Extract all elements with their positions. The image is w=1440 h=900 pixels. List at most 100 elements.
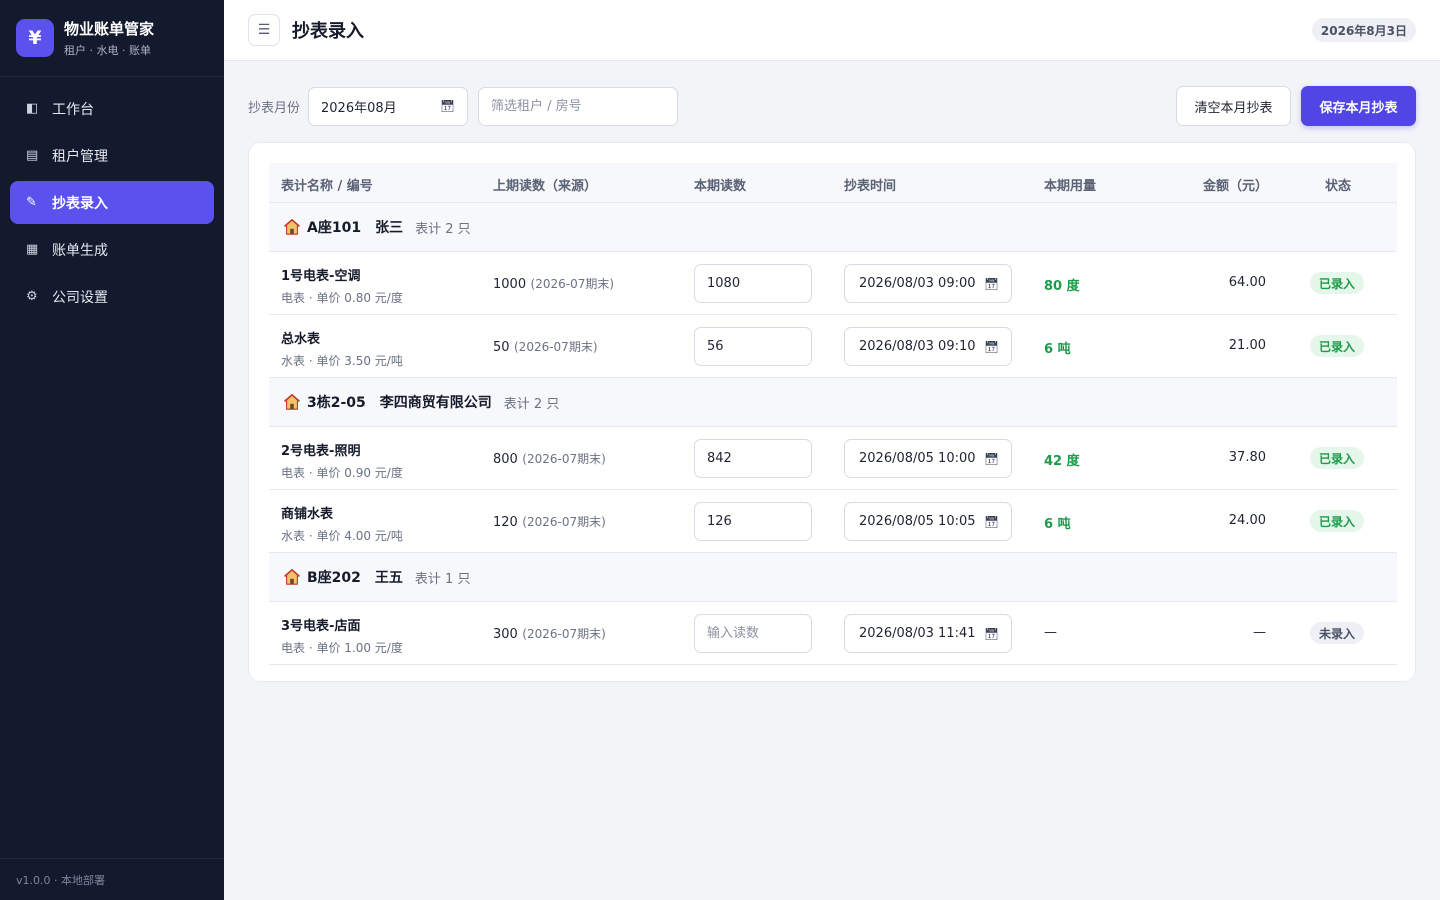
calendar-icon: 📅︎ [983,276,999,291]
previous-reading: 1000 [493,277,527,292]
sidebar: ¥ 物业账单管家 租户 · 水电 · 账单 ◧ 工作台 ▤ 租户管理 ✎ 抄表录入 ▦ 账单生… [0,0,224,900]
calendar-icon: 📅︎ [983,514,999,529]
toolbar: 抄表月份 2026年08月 📅︎ 清空本月抄表 保存本月抄表 [248,86,1416,126]
previous-reading-cell: 800 (2026-07期末) [493,450,606,467]
sidebar-item-0[interactable]: ◧ 工作台 [10,87,214,130]
sidebar-item-label: 租户管理 [52,148,108,165]
reading-time-value: 2026/08/03 11:41 [859,626,976,641]
group-room-number: 3栋2-05 [307,395,366,411]
reading-time-picker[interactable]: 2026/08/05 10:00 📅︎ [844,439,1012,478]
current-reading-cell [694,502,812,541]
previous-reading-source: (2026-07期末) [530,277,615,291]
hamburger-icon: ☰ [257,22,271,38]
current-date-badge: 2026年8月3日 [1311,18,1416,42]
previous-reading-cell: 300 (2026-07期末) [493,625,606,642]
previous-reading: 120 [493,515,518,530]
table-row: 3号电表-店面电表 · 单价 1.00 元/度 300 (2026-07期末) 20… [269,602,1397,665]
readings-card: 表计名称 / 编号 上期读数（来源） 本期读数 抄表时间 本期用量 金额（元） … [248,142,1416,682]
pencil-icon: ✎ [26,195,37,210]
reading-time-picker[interactable]: 2026/08/03 11:41 📅︎ [844,614,1012,653]
previous-reading: 300 [493,627,518,642]
sidebar-item-label: 工作台 [52,101,94,118]
reading-time-cell: 2026/08/03 09:00 📅︎ [844,264,1012,303]
month-label: 抄表月份 [248,100,301,116]
yen-logo-icon: ¥ [16,19,54,57]
current-reading-input[interactable] [694,502,812,541]
sidebar-item-3[interactable]: ▦ 账单生成 [10,228,214,271]
menu-toggle-button[interactable]: ☰ [248,14,280,46]
filter-input[interactable] [478,86,679,126]
reading-time-picker[interactable]: 2026/08/03 09:00 📅︎ [844,264,1012,303]
group-meter-count: 表计 2 只 [503,396,560,412]
reading-time-picker[interactable]: 2026/08/03 09:10 📅︎ [844,327,1012,366]
sidebar-item-1[interactable]: ▤ 租户管理 [10,134,214,177]
sidebar-item-2[interactable]: ✎ 抄表录入 [10,181,214,224]
clear-month-button[interactable]: 清空本月抄表 [1176,86,1291,126]
header-status: 状态 [1325,179,1352,194]
top-header: ☰ 抄表录入 2026年8月3日 [224,0,1440,61]
amount-value: 21.00 [1228,338,1266,353]
current-reading-cell [694,327,812,366]
header-usage: 本期用量 [1044,179,1097,194]
usage-value: — [1044,625,1057,640]
meter-name: 总水表 [281,332,321,347]
table-row: 总水表水表 · 单价 3.50 元/吨 50 (2026-07期末) 2026/08… [269,315,1397,378]
previous-reading-cell: 120 (2026-07期末) [493,513,606,530]
brand: ¥ 物业账单管家 租户 · 水电 · 账单 [0,0,224,77]
status-badge: 已录入 [1310,510,1365,532]
current-reading-input[interactable] [694,614,812,653]
meter-cell: 3号电表-店面 电表 · 单价 1.00 元/度 [281,615,403,656]
header-meter: 表计名称 / 编号 [281,179,373,194]
current-reading-input[interactable] [694,264,812,303]
status-badge: 已录入 [1310,447,1365,469]
header-time: 抄表时间 [844,179,897,194]
meter-name: 商铺水表 [281,507,334,522]
previous-reading-source: (2026-07期末) [514,340,598,354]
current-reading-input[interactable] [694,327,812,366]
table-row: 2号电表-照明电表 · 单价 0.90 元/度 800 (2026-07期末) 20… [269,427,1397,490]
reading-time-cell: 2026/08/05 10:05 📅︎ [844,502,1012,541]
meter-cell: 1号电表-空调 电表 · 单价 0.80 元/度 [281,265,403,306]
meter-cell: 2号电表-照明 电表 · 单价 0.90 元/度 [281,440,403,481]
meter-name: 3号电表-店面 [281,619,361,634]
gear-icon: ⚙ [26,289,38,304]
status-cell: 已录入 [1310,272,1365,294]
status-cell: 已录入 [1310,510,1365,532]
status-badge: 已录入 [1310,272,1365,294]
save-month-button[interactable]: 保存本月抄表 [1301,86,1416,126]
current-reading-input[interactable] [694,439,812,478]
previous-reading: 50 [493,340,510,355]
table-header: 表计名称 / 编号 上期读数（来源） 本期读数 抄表时间 本期用量 金额（元） … [269,163,1397,203]
previous-reading-source: (2026-07期末) [522,452,606,466]
version-footer: v1.0.0 · 本地部署 [0,858,224,900]
list-icon: ▤ [26,148,39,163]
reading-time-cell: 2026/08/03 11:41 📅︎ [844,614,1012,653]
sidebar-item-4[interactable]: ⚙ 公司设置 [10,275,214,318]
status-cell: 已录入 [1310,335,1365,357]
month-picker[interactable]: 2026年08月 📅︎ [308,86,469,126]
meter-description: 电表 · 单价 0.90 元/度 [281,466,403,480]
house-icon [284,218,300,235]
meter-cell: 总水表水表 · 单价 3.50 元/吨 [281,328,403,369]
previous-reading-source: (2026-07期末) [522,515,606,529]
reading-time-value: 2026/08/03 09:00 [859,276,976,291]
current-reading-cell [694,264,812,303]
grid-icon: ▦ [26,242,39,257]
table-body: A座101 张三 表计 2 只 1号电表-空调 电表 · 单价 0.80 元/度 1000… [269,203,1397,665]
house-icon [284,568,300,585]
tenant-group-row: 3栋2-05 李四商贸有限公司 表计 2 只 [269,378,1397,427]
reading-time-picker[interactable]: 2026/08/05 10:05 📅︎ [844,502,1012,541]
amount-value: 24.00 [1228,513,1266,528]
amount-value: 37.80 [1228,450,1266,465]
usage-value: 80 度 [1044,279,1080,294]
readings-table: 表计名称 / 编号 上期读数（来源） 本期读数 抄表时间 本期用量 金额（元） … [269,163,1397,665]
house-icon [284,393,300,410]
group-meter-count: 表计 2 只 [415,221,471,237]
tenant-group-row: A座101 张三 表计 2 只 [269,203,1397,252]
table-row: 1号电表-空调电表 · 单价 0.80 元/度 1000 (2026-07期末) 2… [269,252,1397,315]
meter-description: 水表 · 单价 3.50 元/吨 [281,354,403,368]
dashboard-icon: ◧ [26,101,39,116]
previous-reading-cell: 50 (2026-07期末) [493,338,598,355]
previous-reading-source: (2026-07期末) [522,627,606,641]
group-room-number: A座101 [307,220,362,236]
